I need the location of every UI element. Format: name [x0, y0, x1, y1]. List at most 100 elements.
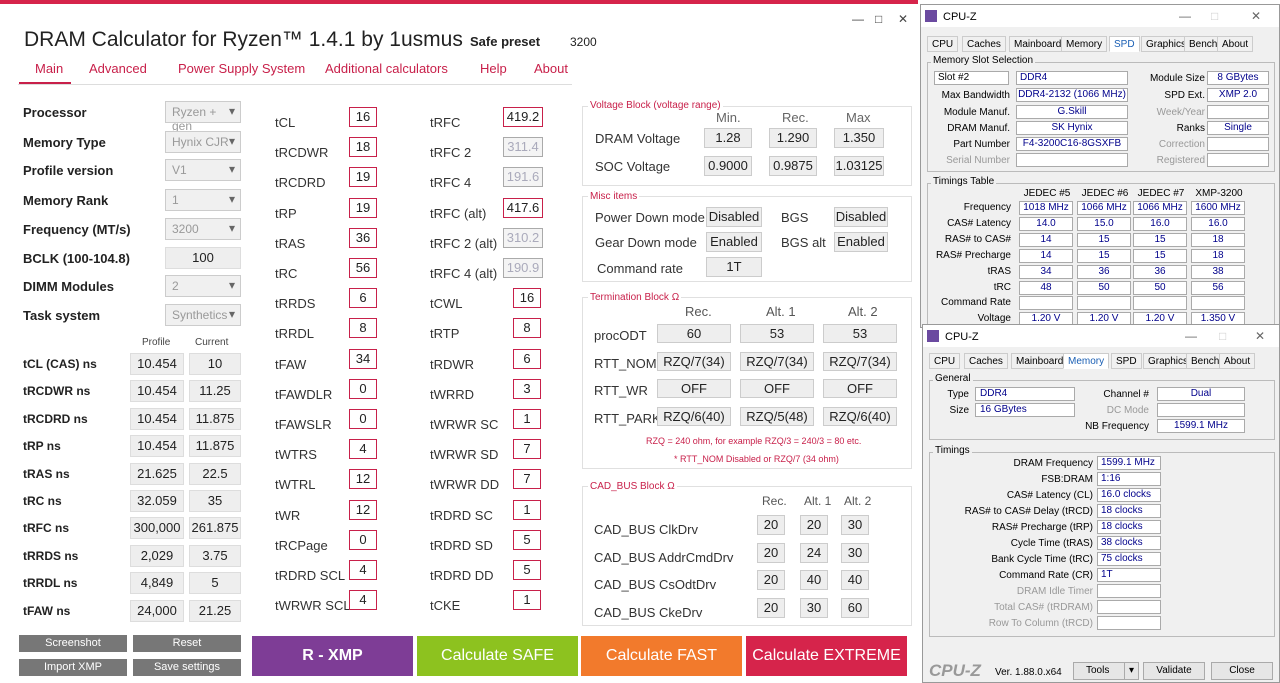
cpuz-mem-tab-about[interactable]: About: [1219, 353, 1256, 369]
calculate-extreme-button[interactable]: Calculate EXTREME: [746, 636, 907, 676]
tcl-input[interactable]: 16: [349, 107, 377, 127]
trdwr-input-2[interactable]: 6: [513, 348, 541, 369]
save-settings-button[interactable]: Save settings: [133, 659, 241, 676]
trtp-input-2[interactable]: 8: [513, 318, 541, 339]
cpuz-spd-tab-about[interactable]: About: [1217, 36, 1254, 52]
cad-bus-addrcmddrv-value-2: 30: [841, 542, 869, 563]
dimm-modules-select[interactable]: 2: [165, 275, 241, 297]
cpuz-spd-tab-caches[interactable]: Caches: [962, 36, 1006, 52]
max-bandwidth-label: Max Bandwidth: [941, 90, 1010, 101]
trrdl-ns-profile: 4,849: [130, 572, 184, 595]
tools-button[interactable]: Tools ▾: [1073, 662, 1139, 680]
twtrs-input[interactable]: 4: [349, 439, 377, 460]
trp-input[interactable]: 19: [349, 197, 377, 218]
tools-label: Tools: [1086, 665, 1110, 676]
tab-advanced[interactable]: Advanced: [89, 61, 147, 76]
cpuz-memory-maximize[interactable]: □: [1219, 329, 1226, 343]
cpuz-mem-tab-cpu[interactable]: CPU: [929, 353, 961, 369]
soc-voltage-min: 0.9000: [704, 156, 752, 176]
cpuz-mem-tab-caches[interactable]: Caches: [964, 353, 1008, 369]
twtrl-input[interactable]: 12: [349, 469, 377, 490]
tab-help[interactable]: Help: [480, 61, 507, 76]
close-button[interactable]: ✕: [898, 12, 908, 26]
cpuz-spd-maximize[interactable]: □: [1211, 9, 1218, 23]
trc-input[interactable]: 56: [349, 258, 377, 278]
calculate-safe-button[interactable]: Calculate SAFE: [417, 636, 578, 676]
frequency-mt-s-select[interactable]: 3200: [165, 218, 241, 240]
tab-about[interactable]: About: [534, 61, 568, 76]
memory-rank-label: Memory Rank: [23, 193, 109, 208]
trcdrd-label: tRCDRD: [275, 175, 326, 191]
nb-frequency-label: NB Frequency: [1085, 421, 1149, 432]
memory-type-select[interactable]: Hynix CJR: [165, 131, 241, 153]
twrrd-input-2[interactable]: 3: [513, 378, 541, 399]
tfawslr-input[interactable]: 0: [349, 409, 377, 429]
task-system-select[interactable]: Synthetics: [165, 304, 241, 326]
import-xmp-button[interactable]: Import XMP: [19, 659, 127, 676]
cpuz-memory-close[interactable]: ✕: [1255, 329, 1265, 343]
trfc-2-alt-input-2: 310.2: [503, 227, 543, 248]
memory-rank-select[interactable]: 1: [165, 189, 241, 211]
twrwr-dd-input-2[interactable]: 7: [513, 469, 541, 490]
trrds-input[interactable]: 6: [349, 288, 377, 309]
profile-col-header: Profile: [142, 337, 171, 348]
screenshot-button[interactable]: Screenshot: [19, 635, 127, 652]
cpuz-spd-tab-mainboard[interactable]: Mainboard: [1009, 36, 1067, 52]
twr-input[interactable]: 12: [349, 499, 377, 520]
trcpage-input[interactable]: 0: [349, 529, 377, 550]
cpuz-spd-title: CPU-Z: [943, 11, 977, 23]
cpuz-mem-tab-memory[interactable]: Memory: [1063, 353, 1110, 369]
cpuz-spd-tab-memory[interactable]: Memory: [1061, 36, 1108, 52]
processor-select[interactable]: Ryzen + gen: [165, 101, 241, 133]
term-col-2: Alt. 2: [848, 304, 878, 319]
tab-power-supply[interactable]: Power Supply System: [178, 61, 305, 76]
tfaw-input[interactable]: 34: [349, 348, 377, 369]
close-dialog-button[interactable]: Close: [1211, 662, 1273, 680]
trrdl-input[interactable]: 8: [349, 318, 377, 339]
tab-additional-calculators[interactable]: Additional calculators: [325, 61, 448, 76]
cpuz-mem-tab-mainboard[interactable]: Mainboard: [1011, 353, 1069, 369]
trdrd-dd-input-2[interactable]: 5: [513, 560, 541, 580]
cpuz-memory-minimize[interactable]: —: [1185, 329, 1197, 343]
trdrd-scl-input[interactable]: 4: [349, 560, 377, 580]
trdrd-sd-input-2[interactable]: 5: [513, 529, 541, 550]
cpuz-spd-tab-spd[interactable]: SPD: [1109, 36, 1140, 52]
trdrd-sc-input-2[interactable]: 1: [513, 499, 541, 520]
slot-select[interactable]: Slot #2: [934, 71, 1009, 85]
profile-version-select[interactable]: V1: [165, 159, 241, 181]
cpuz-spd-tab-cpu[interactable]: CPU: [927, 36, 959, 52]
trfc-input-2[interactable]: 419.2: [503, 107, 543, 127]
tt-frequency-label: Frequency: [963, 202, 1011, 213]
tfawdlr-input[interactable]: 0: [349, 378, 377, 399]
tcke-input-2[interactable]: 1: [513, 590, 541, 611]
twrwr-sc-input-2[interactable]: 1: [513, 409, 541, 429]
r-xmp-button[interactable]: R - XMP: [252, 636, 413, 676]
trcdwr-input[interactable]: 18: [349, 137, 377, 158]
part-number-label: Part Number: [953, 139, 1010, 150]
trfc-alt-input-2[interactable]: 417.6: [503, 197, 543, 218]
bclk-input[interactable]: 100: [165, 247, 241, 269]
cpuz-mem-tab-spd[interactable]: SPD: [1111, 353, 1142, 369]
cpuz-spd-minimize[interactable]: —: [1179, 9, 1191, 23]
tcwl-input-2[interactable]: 16: [513, 288, 541, 309]
maximize-button[interactable]: □: [875, 12, 882, 26]
tcl-cas-ns-current: 10: [189, 353, 241, 375]
twrwr-scl-input[interactable]: 4: [349, 590, 377, 611]
tras-input[interactable]: 36: [349, 227, 377, 248]
trcdrd-input[interactable]: 19: [349, 167, 377, 188]
minimize-button[interactable]: —: [852, 12, 864, 26]
command-rate-value: 1T: [706, 257, 762, 277]
tt-tras-label: tRAS: [987, 265, 1011, 277]
validate-button[interactable]: Validate: [1143, 662, 1205, 680]
reset-button[interactable]: Reset: [133, 635, 241, 652]
misc-block-title: Misc items: [588, 191, 640, 202]
calculate-fast-button[interactable]: Calculate FAST: [581, 636, 742, 676]
tab-main[interactable]: Main: [35, 61, 63, 76]
preset-label: Safe preset: [470, 34, 541, 49]
cad-bus-ckedrv-value-2: 60: [841, 597, 869, 618]
cpuz-spd-close[interactable]: ✕: [1251, 9, 1261, 23]
tt-ras-to-cas-3: 18: [1191, 232, 1245, 247]
twrwr-sd-input-2[interactable]: 7: [513, 439, 541, 460]
mem-row-to-column-trcd-value: [1097, 616, 1161, 630]
trcdwr-label: tRCDWR: [275, 145, 329, 161]
